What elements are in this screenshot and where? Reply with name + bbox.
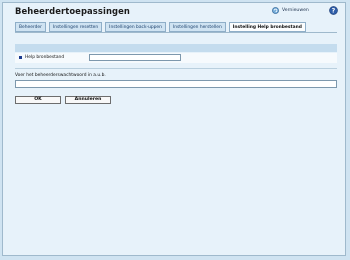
tab-divider [15, 32, 337, 33]
password-label: Voer het beheerderswachtwoord in a.u.b. [15, 73, 106, 78]
divider [15, 68, 337, 69]
tab-bar: Beheerder Instellingen resetten Instelli… [15, 22, 306, 32]
main-window: Beheerdertoepassingen Vernieuwen ? Behee… [2, 2, 346, 256]
refresh-link[interactable]: Vernieuwen [282, 8, 309, 13]
tab-instellingen-back-uppen[interactable]: Instellingen back-uppen [105, 22, 166, 32]
ok-button[interactable]: OK [15, 96, 61, 104]
page-title: Beheerdertoepassingen [15, 6, 130, 16]
password-input[interactable] [15, 80, 337, 88]
svg-text:?: ? [332, 8, 336, 15]
tab-instelling-help-bronbestand[interactable]: Instelling Help bronbestand [228, 22, 306, 32]
bullet-icon [19, 56, 22, 59]
help-source-input[interactable] [89, 54, 181, 61]
section-header: Instelling Help bronbestand [15, 44, 337, 61]
help-icon[interactable]: ? [329, 6, 338, 15]
help-source-row: Help bronbestand [15, 53, 337, 63]
help-source-label: Help bronbestand [25, 55, 65, 60]
tab-instellingen-resetten[interactable]: Instellingen resetten [48, 22, 103, 32]
tab-beheerder[interactable]: Beheerder [15, 22, 46, 32]
cancel-button[interactable]: Annuleren [65, 96, 111, 104]
tab-instellingen-herstellen[interactable]: Instellingen herstellen [168, 22, 226, 32]
refresh-icon[interactable] [272, 7, 279, 14]
